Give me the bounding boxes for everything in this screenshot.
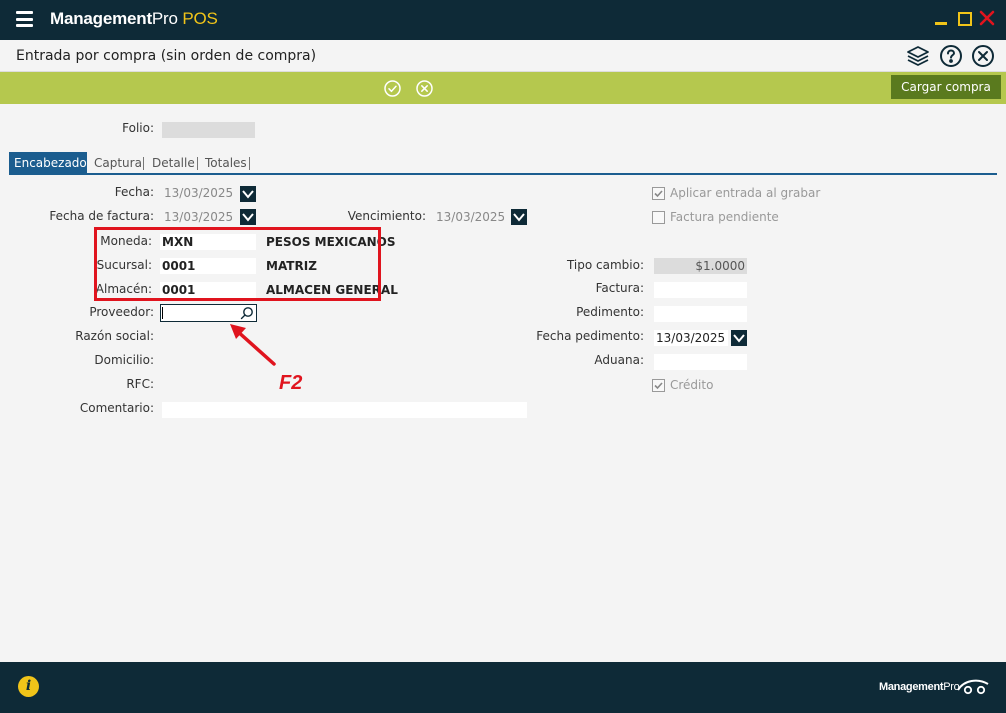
fecha-field[interactable]: 13/03/2025: [162, 185, 236, 201]
credito-checkbox[interactable]: [652, 379, 665, 392]
highlight-box: [94, 227, 381, 301]
tab-captura[interactable]: Captura: [89, 152, 147, 175]
info-icon[interactable]: i: [18, 676, 39, 697]
fecha-factura-dropdown-icon[interactable]: [240, 209, 256, 225]
factura-pendiente-checkbox[interactable]: [652, 211, 665, 224]
tab-separator: [143, 157, 144, 170]
factura-input[interactable]: [654, 282, 747, 298]
fecha-label: Fecha:: [114, 185, 154, 199]
tab-separator: [197, 157, 198, 170]
brand-regular: Pro: [151, 9, 178, 28]
footer-logo-icon: [957, 679, 989, 695]
status-bar: i ManagementPro: [0, 662, 1006, 713]
tab-totales[interactable]: Totales: [200, 152, 252, 175]
rfc-label: RFC:: [126, 377, 154, 391]
pedimento-label: Pedimento:: [576, 305, 644, 319]
cargar-compra-button[interactable]: Cargar compra: [891, 75, 1001, 99]
vencimiento-label: Vencimiento:: [347, 209, 426, 223]
tab-encabezado[interactable]: Encabezado: [9, 152, 87, 175]
folio-field: [162, 122, 255, 138]
minimize-icon[interactable]: [934, 10, 950, 26]
footer-brand-bold: Management: [879, 681, 944, 693]
factura-label: Factura:: [595, 281, 644, 295]
tab-bar: Encabezado Captura Detalle Totales: [9, 152, 997, 175]
aduana-input[interactable]: [654, 354, 747, 370]
maximize-icon[interactable]: [957, 10, 973, 26]
comentario-input[interactable]: [162, 402, 527, 418]
tipo-cambio-field: $1.0000: [654, 258, 747, 274]
tab-detalle[interactable]: Detalle: [147, 152, 200, 175]
razon-social-label: Razón social:: [75, 329, 154, 343]
aplicar-entrada-label: Aplicar entrada al grabar: [670, 186, 821, 200]
text-cursor: [162, 307, 163, 319]
footer-brand: ManagementPro: [879, 681, 960, 693]
vencimiento-field[interactable]: 13/03/2025: [434, 209, 508, 225]
layers-icon[interactable]: [906, 44, 930, 68]
vencimiento-dropdown-icon[interactable]: [511, 209, 527, 225]
check-circle-icon[interactable]: [384, 80, 401, 97]
pedimento-input[interactable]: [654, 306, 747, 322]
title-bar: ManagementPro POS: [0, 0, 1006, 40]
folio-label: Folio:: [122, 121, 154, 135]
x-circle-icon[interactable]: [416, 80, 433, 97]
aduana-label: Aduana:: [594, 353, 644, 367]
fecha-factura-label: Fecha de factura:: [49, 209, 154, 223]
domicilio-label: Domicilio:: [94, 353, 154, 367]
page-title: Entrada por compra (sin orden de compra): [16, 48, 317, 64]
tab-separator: [249, 157, 250, 170]
brand-accent: POS: [182, 9, 218, 28]
fecha-factura-field[interactable]: 13/03/2025: [162, 209, 236, 225]
fecha-pedimento-field[interactable]: 13/03/2025: [654, 330, 728, 346]
aplicar-entrada-checkbox[interactable]: [652, 187, 665, 200]
brand-bold: Management: [50, 9, 152, 28]
app-brand: ManagementPro POS: [50, 9, 218, 29]
close-window-icon[interactable]: [979, 10, 995, 26]
action-bar: [0, 72, 1006, 104]
menu-icon[interactable]: [16, 11, 33, 27]
comentario-label: Comentario:: [79, 401, 154, 415]
close-circle-icon[interactable]: [971, 44, 995, 68]
proveedor-label: Proveedor:: [89, 305, 154, 319]
f2-annotation: F2: [279, 372, 303, 394]
tipo-cambio-label: Tipo cambio:: [566, 258, 644, 272]
fecha-dropdown-icon[interactable]: [240, 186, 256, 202]
credito-label: Crédito: [670, 378, 714, 392]
fecha-pedimento-label: Fecha pedimento:: [536, 329, 644, 343]
factura-pendiente-label: Factura pendiente: [670, 210, 779, 224]
page-header: Entrada por compra (sin orden de compra): [0, 40, 1006, 72]
help-icon[interactable]: [939, 44, 963, 68]
fecha-pedimento-dropdown-icon[interactable]: [731, 330, 747, 346]
